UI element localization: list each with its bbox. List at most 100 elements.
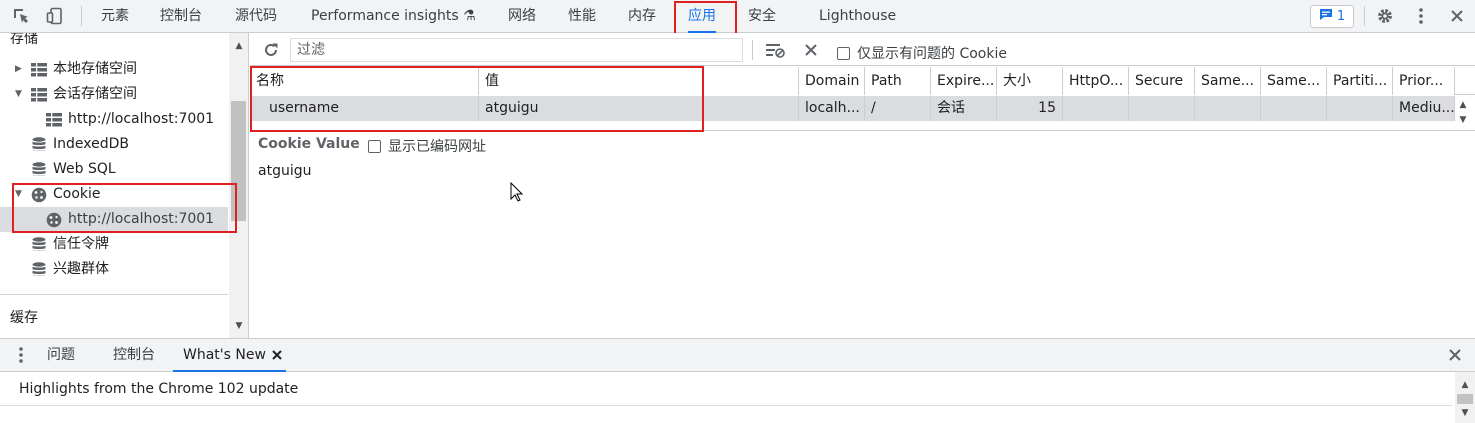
clear-all-cookies-icon[interactable] [800,39,822,61]
drawer-scroll-down-arrow-icon[interactable]: ▼ [1460,408,1470,418]
database-icon [31,262,47,278]
column-header-secure[interactable]: Secure [1129,67,1195,95]
sidebar-item-indexeddb[interactable]: IndexedDB [31,132,129,157]
tab-sources[interactable]: 源代码 [235,0,277,33]
refresh-icon[interactable] [260,39,282,61]
whats-new-headline: Highlights from the Chrome 102 update [0,372,1452,406]
tab-lighthouse[interactable]: Lighthouse [819,0,896,33]
settings-gear-icon[interactable] [1374,5,1396,27]
devtools-toolbar: 元素 控制台 源代码 Performance insights ⚗ 网络 性能 … [0,0,1475,33]
table-cell-path[interactable]: / [865,96,931,121]
grid-icon [31,62,47,78]
database-icon [31,162,47,178]
issues-counter-button[interactable]: 1 [1310,5,1354,28]
inspect-element-icon[interactable] [10,5,32,27]
checkbox[interactable] [837,46,850,60]
tab-network[interactable]: 网络 [508,0,536,33]
column-header-expires[interactable]: Expire... [931,67,997,95]
drawer-tab-bar: 问题 控制台 What's New [0,338,1475,372]
tab-application[interactable]: 应用 [688,0,716,33]
scroll-up-arrow-icon[interactable]: ▲ [234,41,244,51]
checkbox[interactable] [368,139,381,153]
issue-message-icon [1319,8,1333,25]
sidebar-item-trust-tokens[interactable]: 信任令牌 [31,232,109,257]
close-drawer-icon[interactable] [1444,344,1466,366]
only-issues-checkbox[interactable]: 仅显示有问题的 Cookie [837,43,1007,63]
column-header-name[interactable]: 名称 [250,67,479,95]
tab-memory[interactable]: 内存 [628,0,656,33]
expand-arrow-right-icon[interactable]: ▶ [15,64,25,74]
tab-elements[interactable]: 元素 [101,0,129,33]
tab-console[interactable]: 控制台 [160,0,202,33]
application-sidebar: 存储 ▶ 本地存储空间 ▼ 会话存储空间 http://localhost:70… [0,33,249,338]
table-divider [250,130,1475,131]
section-storage-title: 存储 [10,33,38,47]
column-header-size[interactable]: 大小 [997,67,1063,95]
sidebar-item-session-origin[interactable]: http://localhost:7001 [46,107,214,132]
expand-arrow-down-icon[interactable]: ▼ [15,189,25,199]
cookie-icon [31,187,47,203]
sidebar-scrollbar-thumb[interactable] [231,101,246,221]
table-scroll-down-arrow-icon[interactable]: ▼ [1458,115,1468,125]
more-options-icon[interactable] [1410,5,1432,27]
column-header-value[interactable]: 值 [479,67,799,95]
table-cell-name[interactable]: username [250,96,479,121]
table-cell-httponly[interactable] [1063,96,1129,121]
expand-arrow-down-icon[interactable]: ▼ [15,89,25,99]
table-cell-secure[interactable] [1129,96,1195,121]
table-cell-sameparty[interactable] [1261,96,1327,121]
close-tab-icon[interactable] [266,344,288,366]
section-cache-title: 缓存 [10,310,38,326]
clear-filtered-cookies-icon[interactable] [764,39,786,61]
table-cell-partition-key[interactable] [1327,96,1393,121]
cookie-filter-toolbar: 仅显示有问题的 Cookie [250,33,1475,66]
column-header-sameparty[interactable]: Same... [1261,67,1327,95]
column-header-priority[interactable]: Prior... [1393,67,1455,95]
sidebar-item-session-storage[interactable]: 会话存储空间 [31,82,137,107]
drawer-tab-console[interactable]: 控制台 [113,339,155,372]
column-header-partition-key[interactable]: Partiti... [1327,67,1393,95]
toolbar-divider [1364,6,1365,26]
tab-performance-insights[interactable]: Performance insights ⚗ [311,0,476,33]
scroll-down-arrow-icon[interactable]: ▼ [234,321,244,331]
table-cell-value[interactable]: atguigu [479,96,799,121]
device-toolbar-icon[interactable] [44,5,66,27]
tab-security[interactable]: 安全 [748,0,776,33]
drawer-tab-issues[interactable]: 问题 [47,339,75,372]
table-cell-domain[interactable]: localh... [799,96,865,121]
table-cell-size[interactable]: 15 [997,96,1063,121]
drawer-tab-whats-new[interactable]: What's New [173,339,286,372]
cookie-table: 名称 值 Domain Path Expire... 大小 HttpO... S… [250,67,1475,130]
mouse-cursor-icon [510,181,524,206]
column-header-domain[interactable]: Domain [799,67,865,95]
show-url-decoded-checkbox[interactable]: 显示已编码网址 [368,136,486,156]
cookie-icon [46,212,62,228]
table-scroll-up-arrow-icon[interactable]: ▲ [1458,100,1468,110]
sidebar-item-web-sql[interactable]: Web SQL [31,157,116,182]
table-cell-expires[interactable]: 会话 [931,96,997,121]
grid-icon [31,87,47,103]
cookie-panel: 仅显示有问题的 Cookie 名称 值 Domain Path Expire..… [250,33,1475,338]
issues-count: 1 [1336,9,1346,24]
sidebar-item-cookie[interactable]: Cookie [31,182,101,207]
table-cell-priority[interactable]: Mediu... [1393,96,1455,121]
column-header-path[interactable]: Path [865,67,931,95]
sidebar-item-interest-groups[interactable]: 兴趣群体 [31,257,109,282]
database-icon [31,237,47,253]
drawer-scrollbar-thumb[interactable] [1457,394,1473,404]
toolbar-divider [752,40,753,60]
toolbar-divider [81,6,82,26]
sidebar-item-cookie-origin[interactable]: http://localhost:7001 [46,207,214,232]
cookie-value-text: atguigu [258,163,312,179]
tab-performance[interactable]: 性能 [568,0,596,33]
filter-input[interactable] [290,38,743,62]
whats-new-panel: Highlights from the Chrome 102 update ▲ … [0,372,1475,423]
close-devtools-icon[interactable] [1446,5,1468,27]
drawer-menu-icon[interactable] [10,344,32,366]
table-cell-samesite[interactable] [1195,96,1261,121]
drawer-scroll-up-arrow-icon[interactable]: ▲ [1460,380,1470,390]
column-header-samesite[interactable]: Same... [1195,67,1261,95]
sidebar-item-local-storage[interactable]: 本地存储空间 [31,57,137,82]
cookie-value-label: Cookie Value [258,136,360,152]
column-header-httponly[interactable]: HttpO... [1063,67,1129,95]
